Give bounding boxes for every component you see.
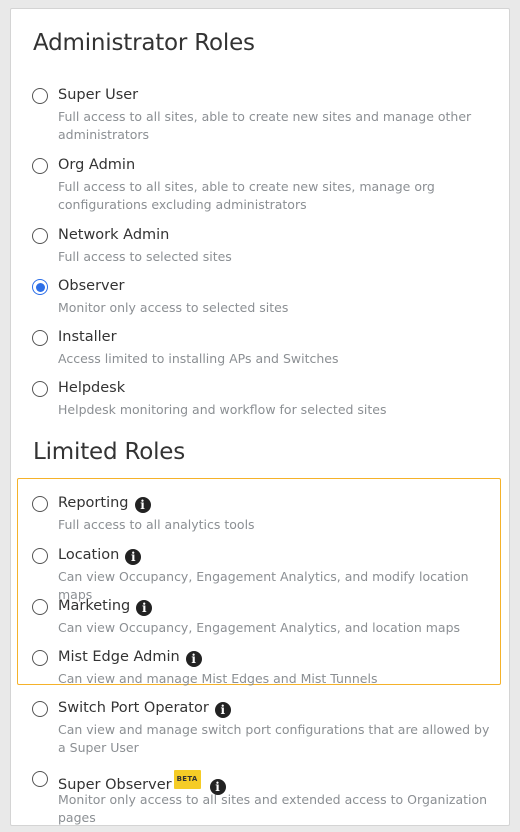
role-description: Full access to all sites, able to create… (58, 109, 472, 142)
role-label: Marketing i (58, 598, 153, 616)
radio-button[interactable] (32, 381, 48, 397)
info-icon[interactable]: i (136, 600, 153, 616)
role-label-text: Marketing (58, 598, 131, 614)
role-label: Org Admin (58, 157, 136, 173)
radio-button[interactable] (32, 548, 48, 564)
role-label: Super User (58, 87, 139, 103)
info-icon[interactable]: i (214, 702, 231, 718)
info-icon[interactable]: i (125, 549, 142, 565)
radio-button[interactable] (32, 701, 48, 717)
info-icon[interactable]: i (185, 651, 202, 667)
role-label-text: Location (58, 547, 120, 563)
role-label: Observer (58, 278, 125, 294)
role-label: Mist Edge Admin i (58, 649, 202, 667)
radio-button[interactable] (32, 228, 48, 244)
role-label: Network Admin (58, 227, 170, 243)
role-description: Can view and manage switch port configur… (58, 722, 490, 755)
role-label: Location i (58, 547, 142, 565)
role-description: Monitor only access to all sites and ext… (58, 792, 488, 825)
role-label: Switch Port Operator i (58, 700, 231, 718)
role-description: Full access to all sites, able to create… (58, 179, 435, 212)
admin-roles-heading: Administrator Roles (33, 30, 255, 56)
role-label-text: Mist Edge Admin (58, 649, 180, 665)
radio-button-selected[interactable] (32, 279, 48, 295)
radio-button[interactable] (32, 158, 48, 174)
role-label: Installer (58, 329, 117, 345)
radio-button[interactable] (32, 88, 48, 104)
role-description: Access limited to installing APs and Swi… (58, 351, 339, 366)
role-description: Full access to selected sites (58, 249, 232, 264)
role-label: Reporting i (58, 495, 151, 513)
info-icon[interactable]: i (134, 497, 151, 513)
radio-button[interactable] (32, 650, 48, 666)
radio-button[interactable] (32, 599, 48, 615)
role-description: Can view Occupancy, Engagement Analytics… (58, 620, 461, 635)
role-label: Helpdesk (58, 380, 126, 396)
radio-button[interactable] (32, 496, 48, 512)
radio-button[interactable] (32, 771, 48, 787)
role-description: Can view and manage Mist Edges and Mist … (58, 671, 378, 686)
beta-badge: BETA (173, 770, 201, 789)
role-description: Helpdesk monitoring and workflow for sel… (58, 402, 387, 417)
radio-button[interactable] (32, 330, 48, 346)
roles-panel: Administrator Roles Super User Full acce… (10, 8, 510, 826)
role-label-text: Reporting (58, 495, 129, 511)
limited-roles-heading: Limited Roles (33, 439, 186, 465)
role-description: Full access to all analytics tools (58, 517, 255, 532)
role-label-text: Switch Port Operator (58, 700, 209, 716)
role-description: Monitor only access to selected sites (58, 300, 289, 315)
